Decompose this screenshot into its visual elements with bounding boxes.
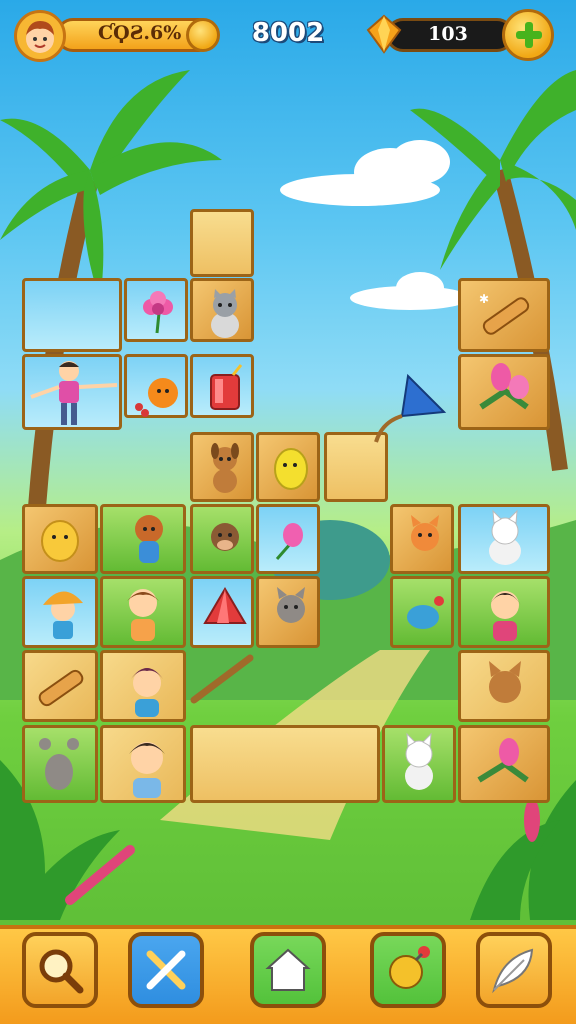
boy-face-icon	[129, 742, 165, 798]
game-screen: ƇϘƧ.6% 8002 103 ✱	[0, 0, 576, 1024]
girl-icon	[127, 589, 159, 641]
gem-icon	[366, 14, 402, 54]
feather-icon	[492, 948, 534, 994]
tile-fox[interactable]	[390, 504, 454, 574]
blue-kite-item[interactable]	[372, 372, 452, 448]
player-avatar[interactable]	[14, 10, 66, 62]
monkey-icon	[135, 515, 163, 563]
stick-icon: ✱	[479, 292, 530, 335]
tile-wood-stick-2[interactable]	[22, 650, 98, 722]
tile-white-cat[interactable]	[458, 504, 550, 574]
tile-gray-wolf[interactable]	[256, 576, 320, 648]
tile-orange-fruit[interactable]	[124, 354, 188, 418]
level-progress-text: ƇϘƧ.6%	[98, 22, 182, 44]
player-face-icon	[26, 21, 54, 53]
boy-icon	[30, 361, 118, 425]
tile-pink-flower[interactable]	[124, 278, 188, 342]
cat-icon	[211, 289, 239, 338]
fox-icon	[411, 515, 439, 551]
flower-icon	[143, 291, 173, 334]
tile-girl-character[interactable]	[100, 576, 186, 648]
red-crystal-icon	[203, 587, 247, 624]
tile-blue-bird[interactable]	[390, 576, 454, 648]
board-slot	[190, 209, 254, 277]
feather-button[interactable]	[476, 932, 552, 1008]
tile-flower-bouquet-2[interactable]	[458, 725, 550, 803]
tile-boy-character-2[interactable]	[100, 725, 186, 803]
add-gems-button[interactable]	[502, 9, 554, 61]
tile-white-cat-2[interactable]	[382, 725, 456, 803]
stick-icon	[38, 669, 84, 707]
score-counter: 8002	[251, 18, 325, 48]
tile-flower-bouquet[interactable]	[458, 354, 550, 430]
wolf-icon	[277, 587, 305, 623]
dog-icon	[211, 443, 239, 493]
crossed-tools-icon	[146, 950, 186, 990]
tile-pink-flower-2[interactable]	[256, 504, 320, 574]
tulip-icon	[275, 523, 303, 560]
board-slot	[190, 725, 380, 803]
magnifier-icon	[39, 949, 84, 994]
svg-text:✱: ✱	[479, 292, 489, 306]
tile-red-gem[interactable]	[190, 576, 254, 648]
curly-kid-icon	[131, 668, 163, 717]
tile-curly-hair-kid[interactable]	[100, 650, 186, 722]
house-button[interactable]	[250, 932, 326, 1008]
tile-red-drink[interactable]	[190, 354, 254, 418]
coin-icon	[186, 18, 220, 52]
cow-icon	[211, 523, 239, 551]
shuffle-button[interactable]	[128, 932, 204, 1008]
mouse-icon	[39, 738, 79, 790]
brown-cat-icon	[489, 661, 521, 703]
gem-count: 103	[428, 23, 468, 45]
tile-brown-cat[interactable]	[458, 650, 550, 722]
hat-kid-icon	[43, 591, 83, 639]
tile-wood-stick[interactable]: ✱	[458, 278, 550, 352]
bouquet-icon	[477, 738, 529, 783]
white-cat-icon	[405, 732, 433, 790]
tile-monkey[interactable]	[100, 504, 186, 574]
board-tile[interactable]	[22, 278, 122, 352]
dark-hair-girl-icon	[489, 591, 521, 641]
white-cat-icon	[489, 509, 521, 565]
tile-brown-dog[interactable]	[190, 432, 254, 502]
yellow-creature-icon	[274, 448, 308, 490]
tile-yellow-blob[interactable]	[256, 432, 320, 502]
house-icon	[265, 948, 311, 991]
bomb-icon	[389, 946, 430, 989]
tile-gray-mouse[interactable]	[22, 725, 98, 803]
tile-dark-hair-girl[interactable]	[458, 576, 550, 648]
hint-button[interactable]	[22, 932, 98, 1008]
tile-cow[interactable]	[190, 504, 254, 574]
drink-icon	[210, 364, 243, 410]
bouquet-icon	[479, 363, 529, 410]
tile-gray-cat[interactable]	[190, 278, 254, 342]
tile-hat-kid[interactable]	[22, 576, 98, 648]
bird-icon	[407, 596, 444, 629]
yellow-dog-icon	[41, 520, 79, 562]
tile-yellow-dog[interactable]	[22, 504, 98, 574]
wooden-branch-item[interactable]	[186, 650, 258, 706]
orange-blob-icon	[135, 378, 178, 417]
tile-boy-character[interactable]	[22, 354, 122, 430]
bomb-button[interactable]	[370, 932, 446, 1008]
